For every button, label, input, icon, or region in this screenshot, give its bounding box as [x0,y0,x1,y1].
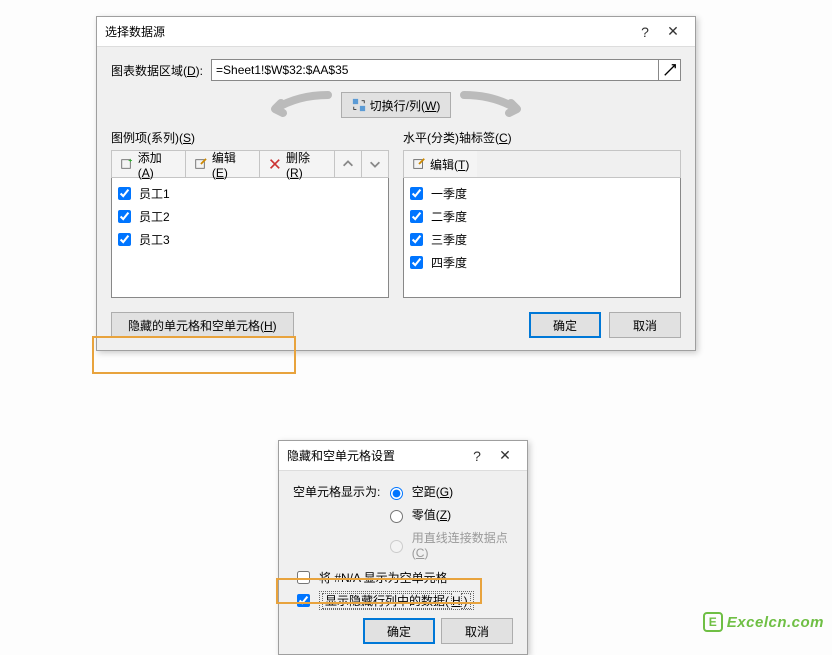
hidden-cells-button[interactable]: 隐藏的单元格和空单元格(H) [111,312,294,338]
list-item-label: 员工1 [139,185,170,202]
list-item-label: 一季度 [431,185,467,202]
list-item[interactable]: 员工2 [118,205,382,228]
empty-cells-radios: 空距(G) 零值(Z) 用直线连接数据点(C) [385,483,513,560]
axis-label: 水平(分类)轴标签(C) [403,129,681,146]
list-item-checkbox[interactable] [118,233,131,246]
list-item[interactable]: 员工1 [118,182,382,205]
move-down-button[interactable] [362,151,388,177]
list-item-checkbox[interactable] [410,210,423,223]
columns: 图例项(系列)(S) 添加(A) 编辑(E) 删除(R) [111,129,681,298]
edit-axis-button[interactable]: 编辑(T) [404,151,477,177]
empty-cells-label: 空单元格显示为: [293,483,385,560]
list-item-label: 员工2 [139,208,170,225]
swap-row: 切换行/列(W) [111,91,681,119]
help-button[interactable]: ? [463,448,491,464]
list-item-checkbox[interactable] [118,187,131,200]
checkbox-na-as-empty[interactable]: 将 #N/A 显示为空单元格 [293,568,513,587]
watermark-icon: E [703,612,723,632]
checkbox-show-hidden-data[interactable]: 显示隐藏行列中的数据(H) [293,591,513,610]
list-item-label: 员工3 [139,231,170,248]
collapse-icon [663,63,677,77]
titlebar: 隐藏和空单元格设置 ? ✕ [279,441,527,471]
remove-icon [268,157,282,171]
arrow-left-icon [263,91,333,119]
titlebar: 选择数据源 ? ✕ [97,17,695,47]
list-item[interactable]: 员工3 [118,228,382,251]
empty-cells-row: 空单元格显示为: 空距(G) 零值(Z) 用直线连接数据点(C) [293,483,513,560]
bottom-row: 隐藏的单元格和空单元格(H) 确定 取消 [111,312,681,338]
switch-row-column-button[interactable]: 切换行/列(W) [341,92,452,118]
chart-range-label: 图表数据区域(D): [111,62,203,79]
list-item[interactable]: 一季度 [410,182,674,205]
axis-column: 水平(分类)轴标签(C) 编辑(T) 一季度二季度三季度四季度 [403,129,681,298]
list-item-label: 四季度 [431,254,467,271]
list-item-checkbox[interactable] [410,233,423,246]
button-row: 确定 取消 [293,618,513,644]
dialog-title: 隐藏和空单元格设置 [287,447,463,464]
list-item-label: 三季度 [431,231,467,248]
ok-button[interactable]: 确定 [363,618,435,644]
down-icon [368,157,382,171]
list-item[interactable]: 二季度 [410,205,674,228]
dialog-body: 图表数据区域(D): =Sheet1!$W$32:$AA$35 切换行/列(W)… [97,47,695,350]
legend-toolbar: 添加(A) 编辑(E) 删除(R) [111,150,389,178]
dialog-body: 空单元格显示为: 空距(G) 零值(Z) 用直线连接数据点(C) 将 #N/A … [279,471,527,654]
close-button[interactable]: ✕ [491,447,519,464]
list-item-checkbox[interactable] [410,187,423,200]
dialog-title: 选择数据源 [105,23,631,40]
edit-icon [194,157,208,171]
list-item-checkbox[interactable] [410,256,423,269]
list-item-checkbox[interactable] [118,210,131,223]
edit-series-button[interactable]: 编辑(E) [186,151,260,177]
chart-range-row: 图表数据区域(D): =Sheet1!$W$32:$AA$35 [111,59,681,81]
watermark: E Excelcn.com [703,612,824,632]
radio-zero[interactable]: 零值(Z) [385,506,513,523]
list-item[interactable]: 四季度 [410,251,674,274]
help-button[interactable]: ? [631,24,659,40]
add-series-button[interactable]: 添加(A) [112,151,186,177]
chart-range-input[interactable]: =Sheet1!$W$32:$AA$35 [211,59,659,81]
radio-connect: 用直线连接数据点(C) [385,529,513,560]
swap-icon [352,98,366,112]
add-icon [120,157,134,171]
legend-listbox[interactable]: 员工1 员工2 员工3 [111,178,389,298]
watermark-text: Excelcn.com [727,614,824,631]
range-collapse-button[interactable] [659,59,681,81]
cancel-button[interactable]: 取消 [441,618,513,644]
hidden-empty-cells-dialog: 隐藏和空单元格设置 ? ✕ 空单元格显示为: 空距(G) 零值(Z) 用直线连接… [278,440,528,655]
axis-listbox[interactable]: 一季度二季度三季度四季度 [403,178,681,298]
edit-icon [412,157,426,171]
list-item-label: 二季度 [431,208,467,225]
legend-label: 图例项(系列)(S) [111,129,389,146]
remove-series-button[interactable]: 删除(R) [260,151,335,177]
select-data-source-dialog: 选择数据源 ? ✕ 图表数据区域(D): =Sheet1!$W$32:$AA$3… [96,16,696,351]
close-button[interactable]: ✕ [659,23,687,40]
move-up-button[interactable] [335,151,362,177]
cancel-button[interactable]: 取消 [609,312,681,338]
arrow-right-icon [459,91,529,119]
axis-toolbar: 编辑(T) [403,150,681,178]
up-icon [341,157,355,171]
radio-gaps[interactable]: 空距(G) [385,483,513,500]
ok-button[interactable]: 确定 [529,312,601,338]
legend-column: 图例项(系列)(S) 添加(A) 编辑(E) 删除(R) [111,129,389,298]
list-item[interactable]: 三季度 [410,228,674,251]
